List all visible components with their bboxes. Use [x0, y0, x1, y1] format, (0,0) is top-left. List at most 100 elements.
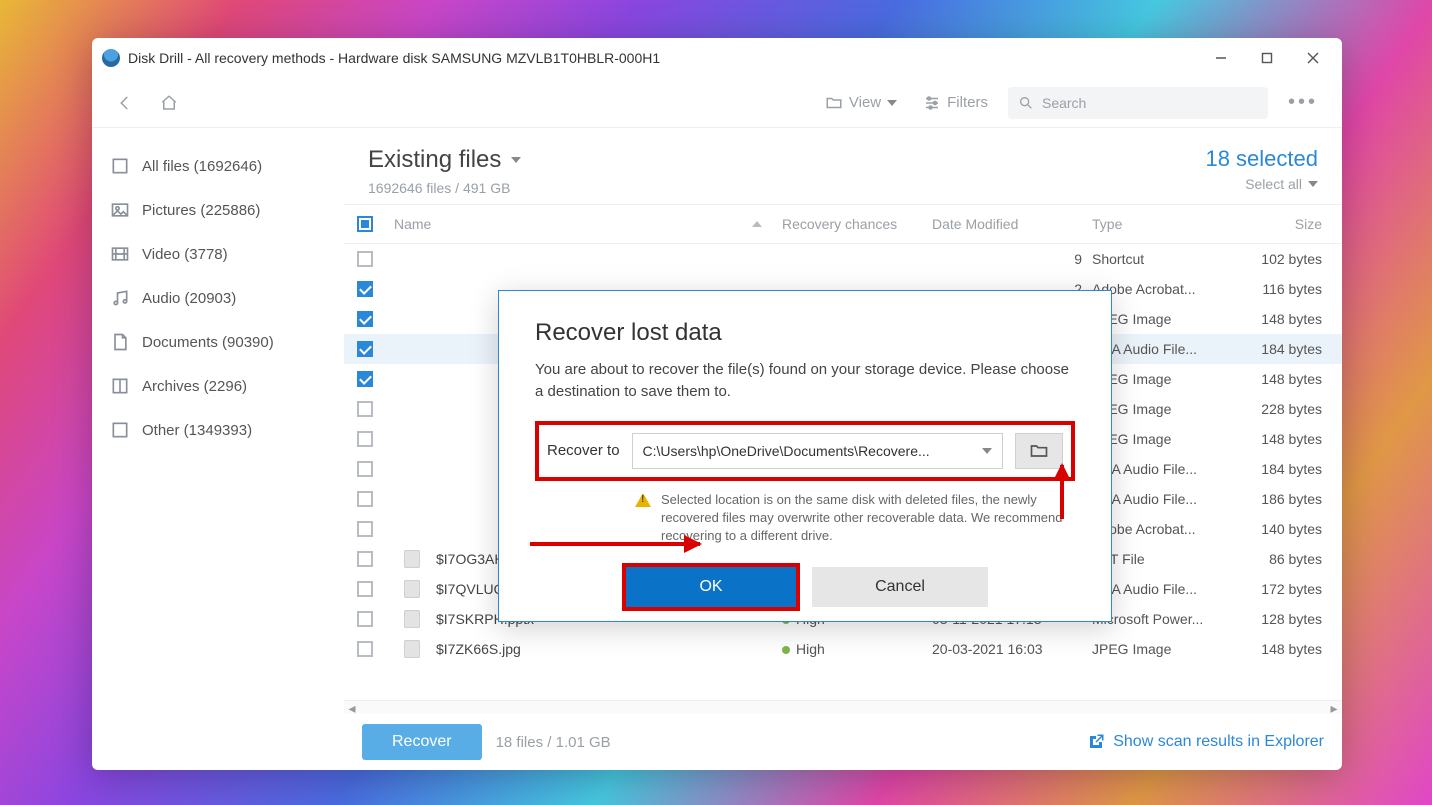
cell-size: 228 bytes	[1232, 401, 1342, 417]
row-checkbox[interactable]	[357, 641, 373, 657]
cell-size: 140 bytes	[1232, 521, 1342, 537]
row-checkbox[interactable]	[357, 461, 373, 477]
cell-type: JPEG Image	[1092, 371, 1232, 387]
cell-size: 184 bytes	[1232, 341, 1342, 357]
titlebar: Disk Drill - All recovery methods - Hard…	[92, 38, 1342, 78]
row-checkbox[interactable]	[357, 401, 373, 417]
col-name-header[interactable]: Name	[386, 216, 782, 232]
sidebar-item-audio[interactable]: Audio (20903)	[92, 276, 344, 320]
sort-asc-icon	[752, 221, 762, 227]
row-checkbox[interactable]	[357, 281, 373, 297]
cell-name: $I7ZK66S.jpg	[386, 640, 782, 658]
row-checkbox[interactable]	[357, 311, 373, 327]
toolbar: View Filters Search •••	[92, 78, 1342, 128]
row-checkbox[interactable]	[357, 341, 373, 357]
row-checkbox[interactable]	[357, 521, 373, 537]
scroll-left-icon[interactable]: ◂	[344, 701, 360, 715]
recover-to-value: C:\Users\hp\OneDrive\Documents\Recovere.…	[643, 443, 930, 459]
search-placeholder: Search	[1042, 95, 1086, 111]
sidebar-item-label: Pictures (225886)	[142, 202, 260, 219]
recover-to-dropdown[interactable]: C:\Users\hp\OneDrive\Documents\Recovere.…	[632, 433, 1003, 469]
cell-date: 20-03-2021 16:03	[932, 641, 1092, 657]
table-row[interactable]: 9Shortcut102 bytes	[344, 244, 1342, 274]
sidebar-item-pictures[interactable]: Pictures (225886)	[92, 188, 344, 232]
row-checkbox[interactable]	[357, 581, 373, 597]
view-dropdown[interactable]: View	[819, 90, 903, 116]
search-icon	[1018, 95, 1034, 111]
sidebar-item-label: Other (1349393)	[142, 422, 252, 439]
cell-size: 172 bytes	[1232, 581, 1342, 597]
sidebar-item-documents[interactable]: Documents (90390)	[92, 320, 344, 364]
cell-chance: High	[782, 641, 932, 657]
annotation-arrow	[1060, 465, 1064, 519]
row-checkbox[interactable]	[357, 551, 373, 567]
recover-modal: Recover lost data You are about to recov…	[498, 290, 1112, 622]
back-button[interactable]	[110, 90, 140, 116]
cell-type: TXT File	[1092, 551, 1232, 567]
header-checkbox[interactable]	[357, 216, 373, 232]
chevron-down-icon	[887, 100, 897, 106]
col-chances-header[interactable]: Recovery chances	[782, 216, 932, 232]
close-button[interactable]	[1290, 38, 1336, 78]
app-icon	[102, 49, 120, 67]
sidebar-item-video[interactable]: Video (3778)	[92, 232, 344, 276]
other-icon	[110, 420, 130, 440]
cell-size: 148 bytes	[1232, 371, 1342, 387]
annotation-arrow	[530, 542, 700, 546]
cancel-button[interactable]: Cancel	[812, 567, 988, 607]
sidebar-item-label: Audio (20903)	[142, 290, 236, 307]
file-icon	[404, 640, 420, 658]
cell-size: 128 bytes	[1232, 611, 1342, 627]
minimize-button[interactable]	[1198, 38, 1244, 78]
modal-body: You are about to recover the file(s) fou…	[535, 359, 1075, 403]
sidebar-item-label: Archives (2296)	[142, 378, 247, 395]
pictures-icon	[110, 200, 130, 220]
table-header: Name Recovery chances Date Modified Type…	[344, 204, 1342, 244]
row-checkbox[interactable]	[357, 491, 373, 507]
cell-size: 148 bytes	[1232, 641, 1342, 657]
footer-info: 18 files / 1.01 GB	[496, 734, 611, 751]
search-input[interactable]: Search	[1008, 87, 1268, 119]
folder-icon	[1029, 441, 1049, 461]
col-date-header[interactable]: Date Modified	[932, 216, 1092, 232]
sidebar-item-archives[interactable]: Archives (2296)	[92, 364, 344, 408]
file-icon	[404, 580, 420, 598]
chevron-down-icon	[982, 448, 992, 454]
cell-type: JPEG Image	[1092, 431, 1232, 447]
chevron-down-icon	[1308, 181, 1318, 187]
ok-button[interactable]: OK	[626, 567, 796, 607]
main-heading[interactable]: Existing files	[368, 146, 521, 174]
select-all-dropdown[interactable]: Select all	[1205, 176, 1318, 192]
row-checkbox[interactable]	[357, 611, 373, 627]
modal-buttons: OK Cancel	[535, 563, 1075, 611]
warning-row: Selected location is on the same disk wi…	[535, 491, 1075, 546]
audio-icon	[110, 288, 130, 308]
home-button[interactable]	[154, 90, 184, 116]
horizontal-scrollbar[interactable]: ◂ ▸	[344, 700, 1342, 714]
files-icon	[110, 156, 130, 176]
sidebar-item-label: Video (3778)	[142, 246, 228, 263]
cell-size: 186 bytes	[1232, 491, 1342, 507]
show-in-explorer-link[interactable]: Show scan results in Explorer	[1087, 733, 1324, 751]
table-row[interactable]: $I7ZK66S.jpgHigh20-03-2021 16:03JPEG Ima…	[344, 634, 1342, 664]
col-size-header[interactable]: Size	[1232, 216, 1342, 232]
row-checkbox[interactable]	[357, 371, 373, 387]
scroll-right-icon[interactable]: ▸	[1326, 701, 1342, 715]
sidebar-item-other[interactable]: Other (1349393)	[92, 408, 344, 452]
external-link-icon	[1087, 733, 1105, 751]
chevron-down-icon	[511, 157, 521, 163]
row-checkbox[interactable]	[357, 251, 373, 267]
row-checkbox[interactable]	[357, 431, 373, 447]
more-menu-button[interactable]: •••	[1282, 91, 1324, 114]
cell-type: M4A Audio File...	[1092, 491, 1232, 507]
filters-button[interactable]: Filters	[917, 90, 994, 116]
maximize-button[interactable]	[1244, 38, 1290, 78]
documents-icon	[110, 332, 130, 352]
col-type-header[interactable]: Type	[1092, 216, 1232, 232]
recover-button[interactable]: Recover	[362, 724, 482, 760]
sliders-icon	[923, 94, 941, 112]
cell-type: Adobe Acrobat...	[1092, 521, 1232, 537]
recover-to-label: Recover to	[547, 442, 620, 459]
sidebar-item-all-files[interactable]: All files (1692646)	[92, 144, 344, 188]
sidebar-item-label: Documents (90390)	[142, 334, 274, 351]
